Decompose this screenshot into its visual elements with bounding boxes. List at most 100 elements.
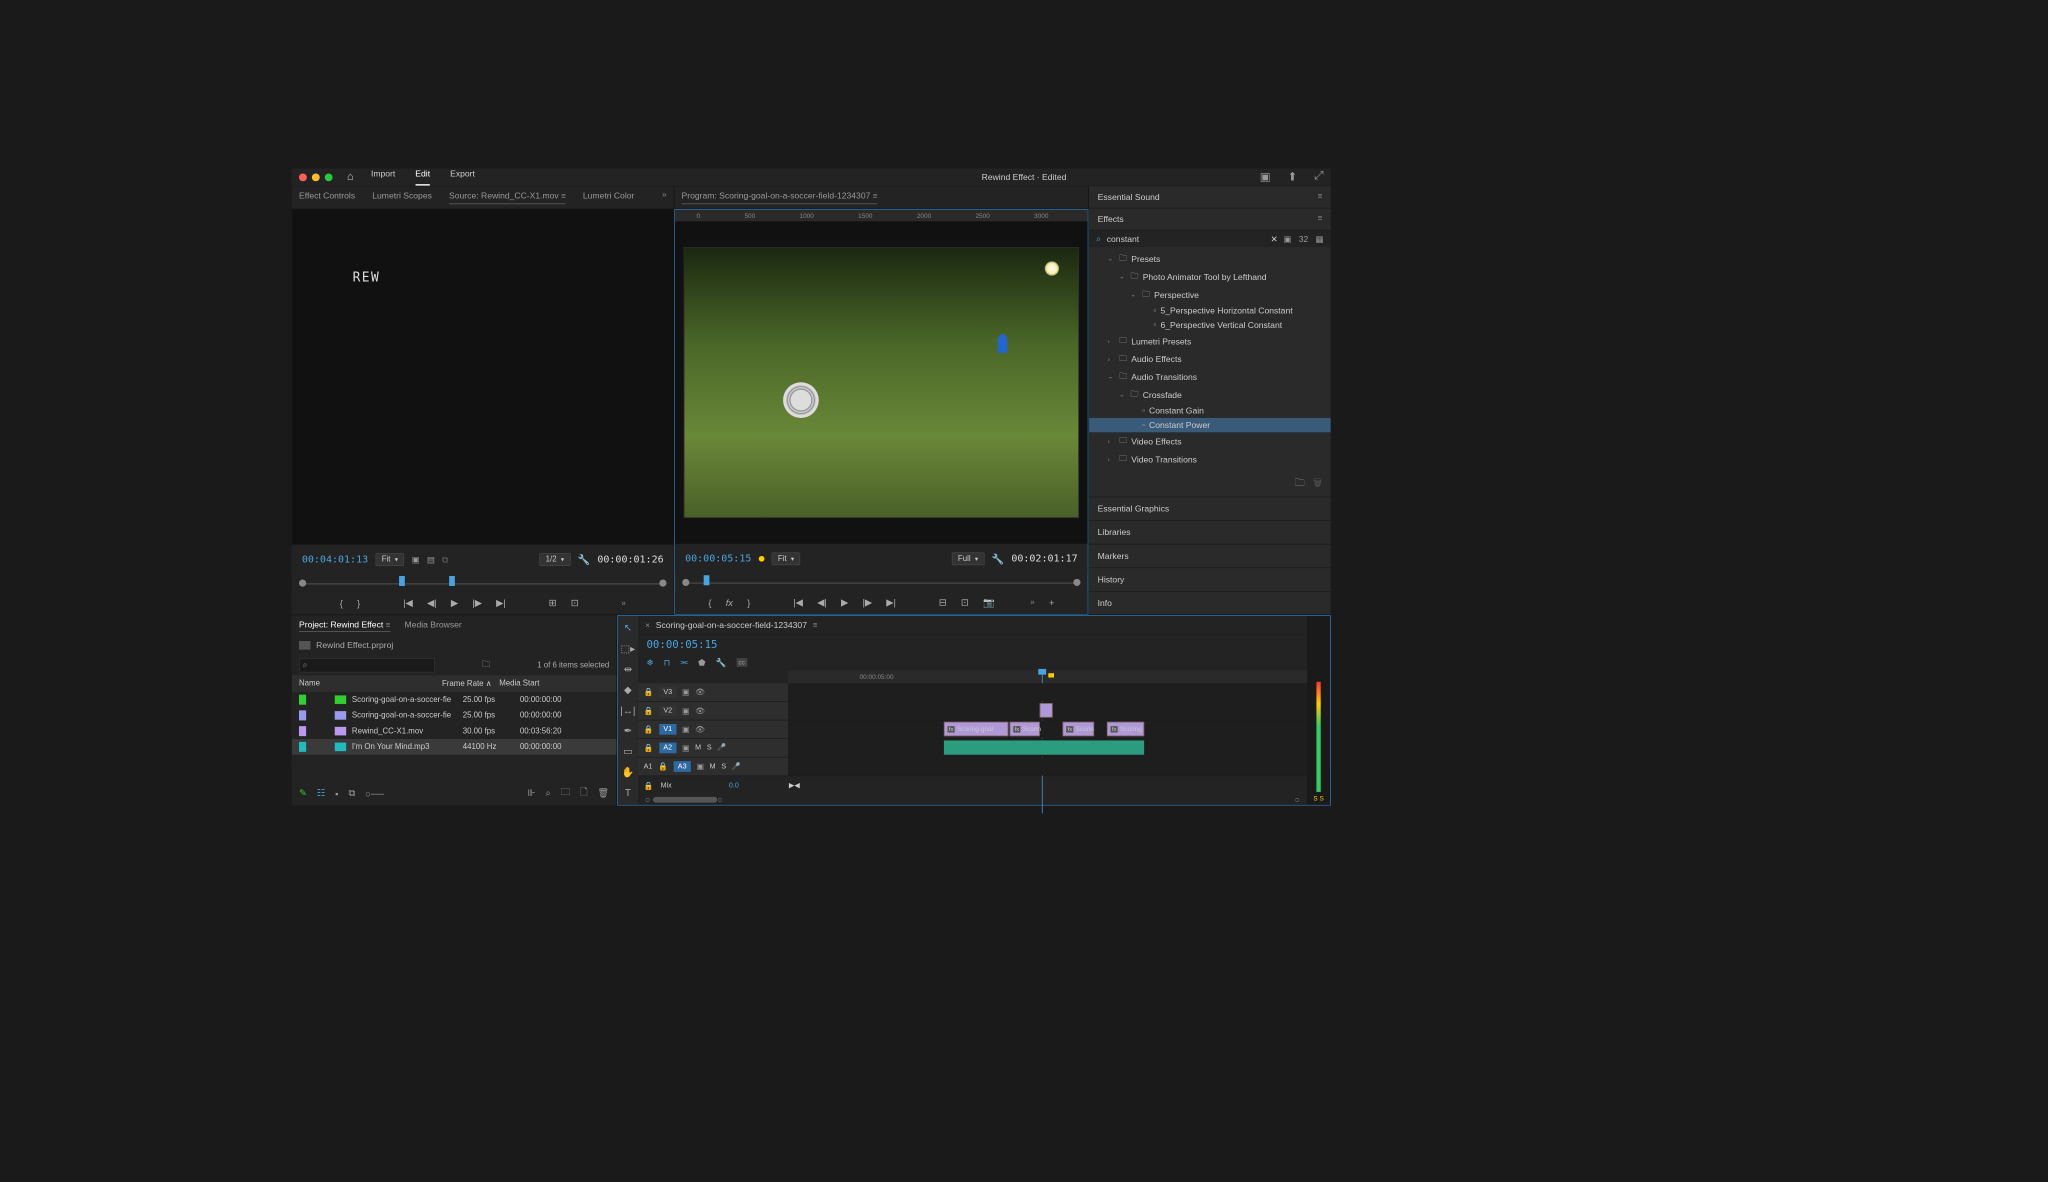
- source-viewer[interactable]: REW: [292, 209, 674, 544]
- tree-item[interactable]: ⌄🗀Presets: [1089, 250, 1331, 268]
- add-button-icon[interactable]: +: [1049, 597, 1054, 608]
- project-search-input[interactable]: [299, 658, 435, 672]
- lock-icon[interactable]: 🔒: [644, 743, 654, 752]
- workspace-export[interactable]: Export: [450, 168, 475, 185]
- linked-selection-icon[interactable]: ⫘: [680, 657, 688, 668]
- mute-button[interactable]: M: [710, 763, 716, 771]
- go-to-out-icon[interactable]: ▶|: [886, 597, 896, 608]
- source-timecode-in[interactable]: 00:04:01:13: [302, 554, 368, 565]
- mark-out-icon[interactable]: }: [747, 597, 750, 608]
- tab-media-browser[interactable]: Media Browser: [405, 620, 462, 632]
- icon-view-icon[interactable]: ▪: [335, 788, 338, 799]
- yuv-badge[interactable]: ▦: [1315, 234, 1323, 244]
- pen-tool-icon[interactable]: ✒: [624, 725, 632, 737]
- a1-target[interactable]: A1: [644, 763, 653, 771]
- workspace-edit[interactable]: Edit: [415, 168, 430, 185]
- find-icon[interactable]: ⌕: [545, 788, 550, 799]
- a2-label[interactable]: A2: [659, 743, 676, 754]
- collapsed-panel[interactable]: Info: [1089, 591, 1331, 615]
- mark-in-icon[interactable]: {: [708, 597, 711, 608]
- sync-lock-icon[interactable]: ▣: [682, 743, 689, 752]
- tree-item[interactable]: ⌄🗀Audio Transitions: [1089, 368, 1331, 386]
- tab-lumetri-color[interactable]: Lumetri Color: [583, 191, 635, 205]
- go-to-in-icon[interactable]: |◀: [403, 597, 413, 608]
- program-res-dropdown[interactable]: Full: [951, 552, 984, 565]
- source-scrubber[interactable]: [299, 575, 667, 592]
- tree-item[interactable]: ›🗀Lumetri Presets: [1089, 332, 1331, 350]
- clip[interactable]: Scoring: [1107, 722, 1144, 736]
- effects-header[interactable]: Effects≡: [1089, 208, 1331, 230]
- clip[interactable]: Scorin: [1010, 722, 1040, 736]
- col-framerate[interactable]: Frame Rate ∧: [442, 679, 499, 688]
- tree-item[interactable]: ▫5_Perspective Horizontal Constant: [1089, 304, 1331, 318]
- effects-search-input[interactable]: [1107, 234, 1265, 244]
- tree-item[interactable]: ›🗀Video Effects: [1089, 432, 1331, 450]
- mark-out-icon[interactable]: }: [357, 598, 360, 609]
- table-row[interactable]: Scoring-goal-on-a-soccer-fie25.00 fps00:…: [292, 692, 617, 708]
- share-icon[interactable]: ⬆: [1288, 170, 1298, 184]
- solo-button[interactable]: S: [707, 744, 712, 752]
- more-controls-icon[interactable]: »: [621, 599, 625, 608]
- rectangle-tool-icon[interactable]: ▭: [623, 745, 632, 757]
- step-back-icon[interactable]: ◀|: [817, 597, 827, 608]
- eye-icon[interactable]: 👁: [695, 725, 705, 734]
- settings-icon[interactable]: 🔧: [716, 657, 727, 667]
- timeline-timecode[interactable]: 00:00:05:15: [638, 635, 1307, 654]
- accel-fx-badge[interactable]: ▣: [1284, 234, 1292, 244]
- list-view-icon[interactable]: ☷: [317, 788, 325, 799]
- table-row[interactable]: Scoring-goal-on-a-soccer-fie25.00 fps00:…: [292, 708, 617, 724]
- table-row[interactable]: I'm On Your Mind.mp344100 Hz00:00:00:00: [292, 739, 617, 755]
- sync-lock-icon[interactable]: ▣: [682, 706, 689, 715]
- step-back-icon[interactable]: ◀|: [427, 597, 437, 608]
- program-viewer[interactable]: [675, 221, 1088, 543]
- export-frame-icon[interactable]: 📷: [983, 597, 995, 608]
- collapsed-panel[interactable]: Libraries: [1089, 520, 1331, 544]
- close-window[interactable]: [299, 173, 307, 181]
- tree-item[interactable]: ›🗀Video Transitions: [1089, 450, 1331, 468]
- delete-icon[interactable]: 🗑: [1313, 477, 1322, 488]
- voice-over-icon[interactable]: 🎤: [717, 744, 726, 752]
- v3-label[interactable]: V3: [659, 687, 676, 698]
- essential-sound-header[interactable]: Essential Sound≡: [1089, 186, 1331, 208]
- minimize-window[interactable]: [312, 173, 320, 181]
- tree-item[interactable]: ⌄🗀Crossfade: [1089, 386, 1331, 404]
- insert-icon[interactable]: ⊞: [549, 597, 557, 608]
- mute-button[interactable]: M: [695, 744, 701, 752]
- track-select-tool-icon[interactable]: ⬚▸: [621, 642, 635, 654]
- clear-search-icon[interactable]: ✕: [1271, 234, 1278, 244]
- col-mediastart[interactable]: Media Start: [499, 679, 571, 688]
- clip[interactable]: Scoring-goal: [944, 722, 1008, 736]
- program-scrubber[interactable]: [682, 574, 1080, 591]
- sync-lock-icon[interactable]: ▣: [682, 725, 689, 734]
- table-row[interactable]: Rewind_CC-X1.mov30.00 fps00:03:56:20: [292, 723, 617, 739]
- play-icon[interactable]: ▶: [451, 597, 458, 608]
- keyframe-nav-icon[interactable]: ▶◀: [789, 782, 800, 790]
- selection-tool-icon[interactable]: ↖: [624, 622, 632, 634]
- lock-icon[interactable]: 🔒: [658, 762, 668, 771]
- step-forward-icon[interactable]: |▶: [862, 597, 872, 608]
- tree-item[interactable]: ›🗀Audio Effects: [1089, 350, 1331, 368]
- timeline-zoom-scroll[interactable]: ○○ ○: [638, 795, 1307, 805]
- mix-value[interactable]: 0.0: [729, 782, 739, 790]
- voice-over-icon[interactable]: 🎤: [732, 763, 741, 771]
- ripple-tool-icon[interactable]: ⇹: [624, 663, 632, 675]
- tab-lumetri-scopes[interactable]: Lumetri Scopes: [372, 191, 432, 205]
- program-timecode[interactable]: 00:00:05:15: [685, 553, 751, 564]
- freeform-view-icon[interactable]: ⧉: [348, 788, 355, 799]
- source-res-dropdown[interactable]: 1/2: [539, 553, 570, 566]
- snap-icon[interactable]: ⊓: [664, 657, 671, 667]
- auto-sequence-icon[interactable]: ⊪: [527, 788, 535, 799]
- collapsed-panel[interactable]: Markers: [1089, 544, 1331, 568]
- extract-icon[interactable]: ⊡: [961, 597, 969, 608]
- more-controls-icon[interactable]: »: [1030, 598, 1034, 607]
- wrench-icon[interactable]: 🔧: [992, 553, 1004, 565]
- marker-icon[interactable]: ⬟: [698, 657, 705, 667]
- sequence-menu-icon[interactable]: ≡: [813, 621, 818, 630]
- tree-item[interactable]: ⌄🗀Perspective: [1089, 286, 1331, 304]
- sync-lock-icon[interactable]: ▣: [682, 688, 689, 697]
- close-sequence-icon[interactable]: ×: [645, 620, 650, 630]
- filter-bin-icon[interactable]: 🗀: [482, 657, 491, 672]
- overwrite-icon[interactable]: ⊡: [571, 597, 579, 608]
- sync-lock-icon[interactable]: ▣: [696, 762, 703, 771]
- timeline-ruler[interactable]: 00:00:05:00: [788, 670, 1307, 683]
